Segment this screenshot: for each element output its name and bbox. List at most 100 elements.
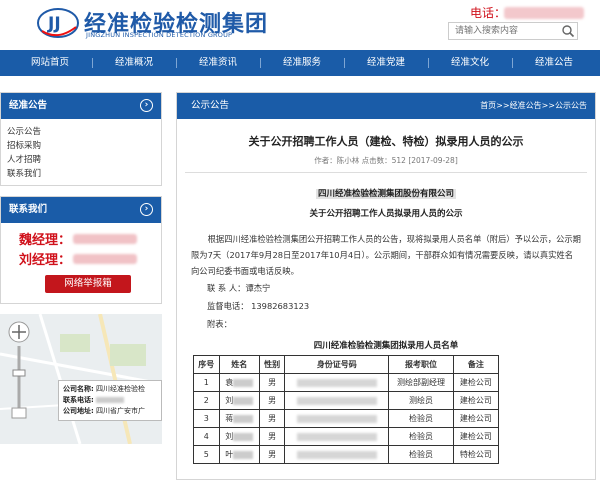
table-title: 四川经准检验检测集团拟录用人员名单 (313, 341, 459, 351)
contact-panel-header: 联系我们 › (1, 197, 161, 223)
sidebar-item-contact[interactable]: 联系我们 (7, 167, 155, 181)
phone-label: 电话： (470, 6, 507, 20)
cell-id-blurred (284, 391, 390, 410)
hiring-table: 序号 姓名 性别 身份证号码 报考职位 备注 1 袁 男 测绘部副经理 建检公司… (193, 355, 500, 464)
chevron-right-icon[interactable]: › (140, 99, 153, 112)
divider (185, 172, 587, 173)
nav-item-culture[interactable]: 经准文化 (428, 50, 512, 76)
map-company-value: 四川经准检验检 (96, 385, 146, 393)
contact-name-wei: 魏经理： (19, 233, 72, 248)
location-map[interactable]: 公司名称: 四川经准检验检 联系电话: 公司地址: 四川省广安市广 (0, 314, 162, 444)
nav-item-services[interactable]: 经准服务 (260, 50, 344, 76)
logo-icon[interactable]: JJ (36, 5, 80, 39)
contact-row: 刘经理： (19, 249, 151, 269)
col-header-note: 备注 (452, 355, 500, 374)
search-box (448, 22, 578, 40)
col-header-gender: 性别 (258, 355, 286, 374)
cell-note: 建检公司 (452, 409, 500, 428)
map-zoom-control[interactable] (6, 320, 32, 420)
main-header: 公示公告 首页>>经准公告>>公示公告 (177, 93, 595, 119)
nav-item-home[interactable]: 网站首页 (8, 50, 92, 76)
table-row: 4 刘 男 检验员 建检公司 (193, 427, 500, 446)
sidebar: 经准公告 › 公示公告 招标采购 人才招聘 联系我们 联系我们 › 魏经理： 刘… (0, 92, 162, 444)
cell-note: 特检公司 (452, 445, 500, 464)
company-heading: 四川经准检验检测集团股份有限公司 (177, 187, 595, 199)
article-meta: 作者：陈小林 点击数：512 [2017-09-28] (314, 156, 458, 165)
notice-panel-title: 经准公告 (9, 100, 48, 111)
map-phone-blurred (96, 397, 125, 403)
map-address-label: 公司地址: (63, 407, 94, 415)
contact-phone-blurred (73, 253, 138, 264)
map-company-label: 公司名称: (63, 385, 94, 393)
col-header-no: 序号 (193, 355, 220, 374)
contact-panel-title: 联系我们 (9, 204, 48, 215)
nav-item-notices[interactable]: 经准公告 (512, 50, 596, 76)
nav-item-overview[interactable]: 经准概况 (92, 50, 176, 76)
notice-paragraph: 根据四川经准检验检测集团公开招聘工作人员的公告，现将拟录用人员名单（附后）予以公… (191, 234, 581, 276)
cell-no: 3 (193, 409, 220, 428)
chevron-right-icon[interactable]: › (140, 203, 153, 216)
nav-item-party[interactable]: 经准党建 (344, 50, 428, 76)
cell-position: 检验员 (388, 445, 454, 464)
contact-row: 魏经理： (19, 229, 151, 249)
search-input[interactable] (449, 23, 559, 39)
map-info-popup: 公司名称: 四川经准检验检 联系电话: 公司地址: 四川省广安市广 (58, 380, 162, 421)
cell-id-blurred (284, 427, 390, 446)
cell-id-blurred (284, 373, 390, 392)
col-header-position: 报考职位 (388, 355, 454, 374)
nav-item-news[interactable]: 经准资讯 (176, 50, 260, 76)
contact-phone-blurred (73, 233, 138, 244)
contact-panel: 联系我们 › 魏经理： 刘经理： 网络举报箱 (0, 196, 162, 304)
report-box-button[interactable]: 网络举报箱 (45, 275, 131, 293)
cell-name: 蒋 (218, 409, 260, 428)
table-row: 3 蒋 男 检验员 建检公司 (193, 409, 500, 428)
table-header-row: 序号 姓名 性别 身份证号码 报考职位 备注 (193, 355, 500, 374)
map-address-value: 四川省广安市广 (96, 407, 146, 415)
cell-gender: 男 (258, 409, 286, 428)
cell-no: 5 (193, 445, 220, 464)
sidebar-item-procurement[interactable]: 招标采购 (7, 139, 155, 153)
contact-name-liu: 刘经理： (19, 253, 72, 268)
table-row: 2 刘 男 测绘员 建检公司 (193, 391, 500, 410)
attachment-line: 附表： (207, 319, 232, 329)
cell-gender: 男 (258, 391, 286, 410)
cell-note: 建检公司 (452, 373, 500, 392)
main-nav: 网站首页 经准概况 经准资讯 经准服务 经准党建 经准文化 经准公告 (0, 50, 600, 76)
cell-no: 1 (193, 373, 220, 392)
cell-position: 测绘员 (388, 391, 454, 410)
notice-panel: 经准公告 › 公示公告 招标采购 人才招聘 联系我们 (0, 92, 162, 186)
cell-gender: 男 (258, 427, 286, 446)
sidebar-item-announcements[interactable]: 公示公告 (7, 125, 155, 139)
breadcrumb[interactable]: 首页>>经准公告>>公示公告 (480, 93, 587, 119)
cell-id-blurred (284, 409, 390, 428)
cell-position: 检验员 (388, 409, 454, 428)
cell-name: 刘 (218, 427, 260, 446)
cell-name: 刘 (218, 391, 260, 410)
svg-text:JJ: JJ (47, 14, 61, 34)
notice-list: 公示公告 招标采购 人才招聘 联系我们 (1, 119, 161, 185)
contact-person-line: 联 系 人：谭杰宁 (207, 283, 271, 293)
cell-name: 袁 (218, 373, 260, 392)
col-header-id: 身份证号码 (284, 355, 390, 374)
cell-note: 建检公司 (452, 427, 500, 446)
cell-id-blurred (284, 445, 390, 464)
main-content: 公示公告 首页>>经准公告>>公示公告 关于公开招聘工作人员（建检、特检）拟录用… (176, 92, 596, 480)
company-name: 四川经准检验检测集团股份有限公司 (315, 189, 456, 199)
search-icon[interactable] (561, 24, 575, 38)
supervision-phone-line: 监督电话： 13982683123 (207, 301, 310, 311)
map-phone-label: 联系电话: (63, 396, 94, 404)
site-header: JJ 经准检验检测集团 JINGZHUN INSPECTION DETECTIO… (0, 0, 600, 46)
cell-position: 测绘部副经理 (388, 373, 454, 392)
notice-subtitle: 关于公开招聘工作人员拟录用人员的公示 (309, 209, 463, 219)
cell-note: 建检公司 (452, 391, 500, 410)
article-title: 关于公开招聘工作人员（建检、特检）拟录用人员的公示 (248, 135, 524, 148)
section-title: 公示公告 (191, 100, 230, 111)
notice-panel-header: 经准公告 › (1, 93, 161, 119)
cell-gender: 男 (258, 445, 286, 464)
sidebar-item-recruitment[interactable]: 人才招聘 (7, 153, 155, 167)
cell-name: 叶 (218, 445, 260, 464)
phone-value-blurred (504, 7, 584, 19)
cell-gender: 男 (258, 373, 286, 392)
table-row: 5 叶 男 检验员 特检公司 (193, 445, 500, 464)
cell-no: 2 (193, 391, 220, 410)
